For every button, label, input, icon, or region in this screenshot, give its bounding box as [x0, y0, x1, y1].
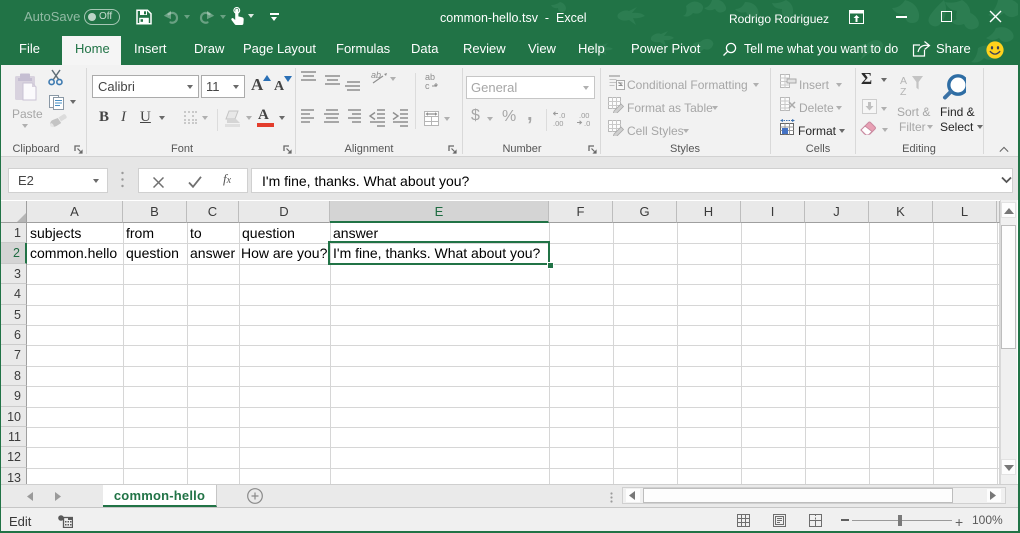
svg-text:c: c: [425, 81, 430, 90]
svg-text:.00: .00: [553, 119, 563, 128]
svg-text:.0: .0: [584, 119, 590, 128]
svg-text:Z: Z: [900, 86, 907, 97]
